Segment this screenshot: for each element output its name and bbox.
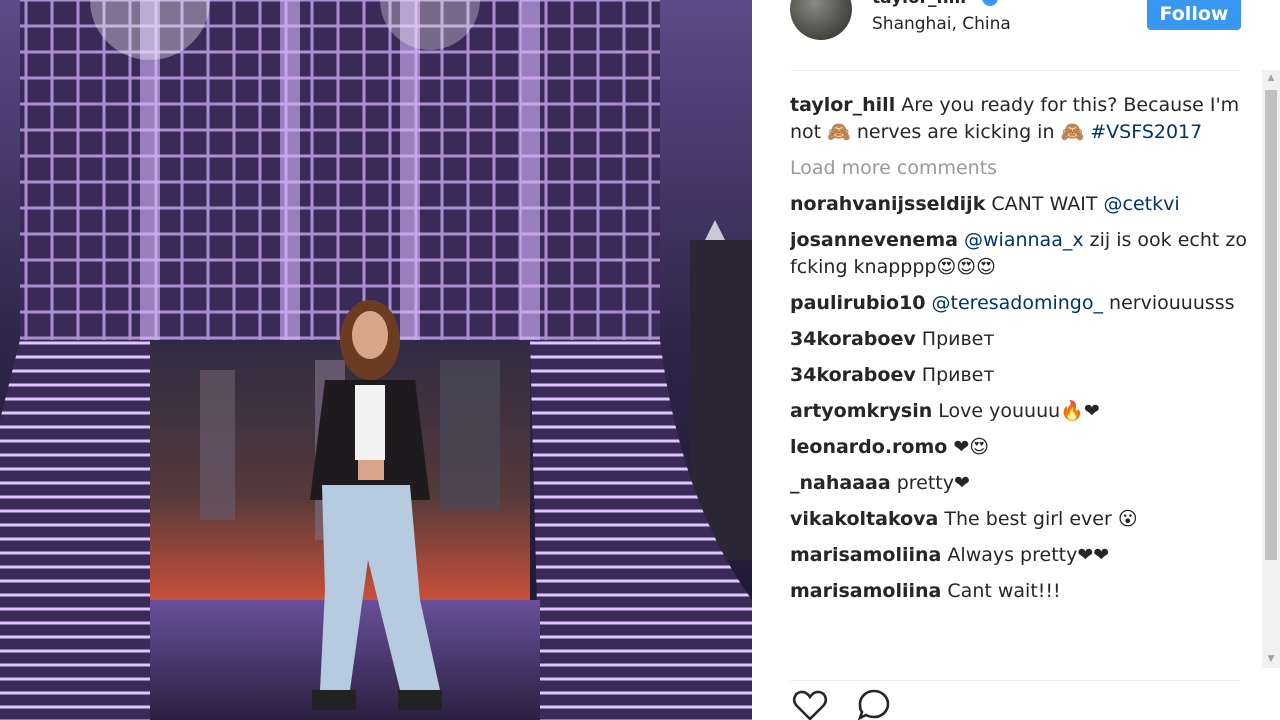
heart-icon[interactable] — [790, 685, 830, 720]
comment-text: ❤😍 — [947, 436, 990, 458]
verified-badge-icon — [982, 0, 998, 6]
post-author-username[interactable]: taylor_hill — [872, 0, 966, 8]
comment-item: paulirubio10 @teresadomingo_ nerviouuuss… — [790, 290, 1254, 317]
avatar[interactable] — [790, 0, 852, 40]
comments-scrollbar[interactable]: ▲ ▼ — [1262, 70, 1280, 668]
caption-username[interactable]: taylor_hill — [790, 94, 895, 116]
comment-mention[interactable]: @teresadomingo_ — [932, 292, 1103, 314]
comment-text: Cant wait!!! — [941, 580, 1061, 602]
comment-username[interactable]: marisamoliina — [790, 544, 941, 566]
post-photo[interactable] — [0, 0, 752, 720]
instagram-post-modal: taylor_hill Shanghai, China Follow taylo… — [0, 0, 1280, 720]
comment-mention[interactable]: @cetkvi — [1104, 193, 1180, 215]
comment-username[interactable]: paulirubio10 — [790, 292, 925, 314]
comment-item: marisamoliina Cant wait!!! — [790, 578, 1254, 605]
comment-username[interactable]: artyomkrysin — [790, 400, 932, 422]
follow-button[interactable]: Follow — [1147, 0, 1241, 30]
comment-username[interactable]: josannevenema — [790, 229, 958, 251]
caption-hashtag[interactable]: #VSFS2017 — [1090, 121, 1202, 143]
comment-username[interactable]: vikakoltakova — [790, 508, 938, 530]
load-more-comments-button[interactable]: Load more comments — [790, 155, 1254, 182]
comment-bubble-icon[interactable] — [854, 685, 894, 720]
header-divider — [790, 70, 1241, 71]
comment-username[interactable]: 34koraboev — [790, 364, 916, 386]
post-sidebar: taylor_hill Shanghai, China Follow taylo… — [752, 0, 1280, 720]
comment-item: vikakoltakova The best girl ever 😮 — [790, 506, 1254, 533]
comment-item: 34koraboev Привет — [790, 326, 1254, 353]
caption: taylor_hill Are you ready for this? Beca… — [790, 92, 1254, 146]
photo-illustration — [0, 0, 752, 720]
comment-username[interactable]: norahvanijsseldijk — [790, 193, 985, 215]
comment-text: Always pretty❤❤ — [941, 544, 1110, 566]
comment-item: 34koraboev Привет — [790, 362, 1254, 389]
scroll-up-arrow-icon[interactable]: ▲ — [1262, 70, 1280, 87]
post-location[interactable]: Shanghai, China — [872, 14, 1011, 34]
post-actions — [790, 680, 1241, 720]
comment-text: CANT WAIT — [985, 193, 1104, 215]
comments-list: taylor_hill Are you ready for this? Beca… — [790, 92, 1254, 670]
comment-username[interactable]: _nahaaaa — [790, 472, 891, 494]
comment-text: nerviouuusss — [1103, 292, 1235, 314]
comment-text: Привет — [915, 328, 995, 350]
comment-username[interactable]: marisamoliina — [790, 580, 941, 602]
comment-username[interactable]: leonardo.romo — [790, 436, 947, 458]
comment-username[interactable]: 34koraboev — [790, 328, 916, 350]
scrollbar-thumb[interactable] — [1265, 90, 1277, 560]
comment-item: leonardo.romo ❤😍 — [790, 434, 1254, 461]
comment-item: marisamoliina Always pretty❤❤ — [790, 542, 1254, 569]
comment-text: pretty❤ — [890, 472, 970, 494]
comment-mention[interactable]: @wiannaa_x — [964, 229, 1084, 251]
comment-item: josannevenema @wiannaa_x zij is ook echt… — [790, 227, 1254, 281]
comment-item: artyomkrysin Love youuuu🔥❤ — [790, 398, 1254, 425]
comment-item: _nahaaaa pretty❤ — [790, 470, 1254, 497]
comment-text: The best girl ever 😮 — [938, 508, 1138, 530]
comment-entries: norahvanijsseldijk CANT WAIT @cetkvi josa… — [790, 191, 1254, 605]
comment-item: norahvanijsseldijk CANT WAIT @cetkvi — [790, 191, 1254, 218]
scroll-down-arrow-icon[interactable]: ▼ — [1262, 651, 1280, 668]
comment-text: Love youuuu🔥❤ — [932, 400, 1100, 422]
comment-text: Привет — [915, 364, 995, 386]
